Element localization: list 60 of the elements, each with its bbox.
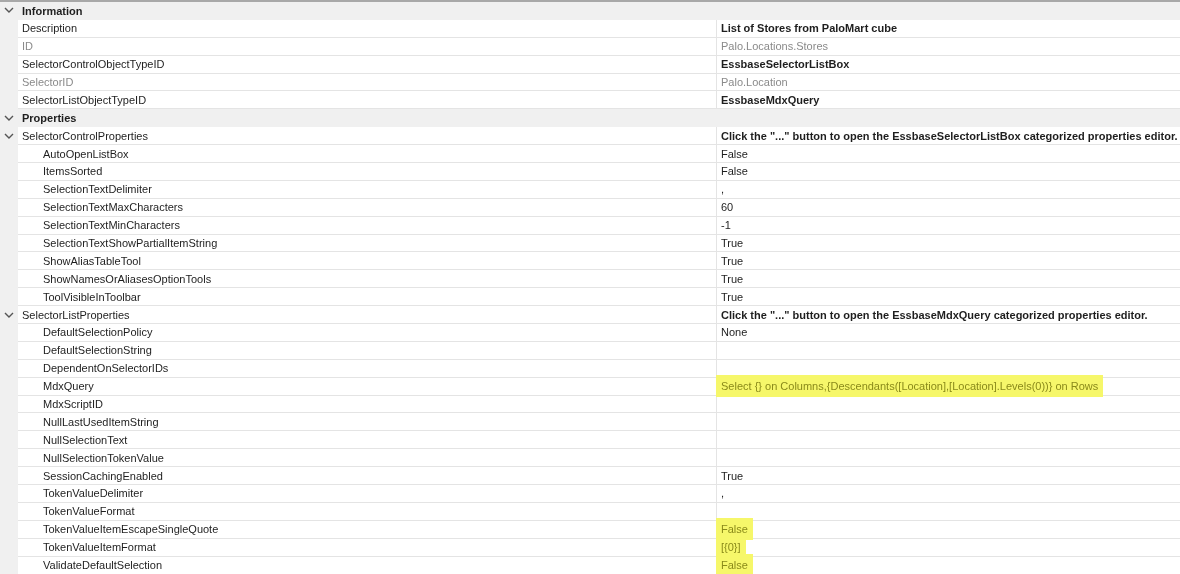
property-name[interactable]: MdxScriptID (43, 398, 103, 411)
property-value: Click the "..." button to open the EssbaseSelectorListBox categorized properties editor. (721, 129, 1178, 142)
chevron-icon[interactable] (4, 7, 14, 15)
property-name[interactable]: SessionCachingEnabled (43, 469, 163, 482)
property-value: True (721, 237, 744, 249)
property-name[interactable]: DefaultSelectionPolicy (43, 326, 153, 339)
chevron-icon[interactable] (4, 114, 14, 122)
property-name[interactable]: SelectionTextMaxCharacters (43, 201, 183, 214)
property-name[interactable]: SelectorListObjectTypeID (22, 93, 147, 106)
property-value: True (721, 272, 744, 285)
property-value: False (721, 165, 748, 178)
property-value: True (721, 290, 744, 303)
property-value: False (721, 147, 748, 160)
property-value: 60 (721, 201, 734, 214)
empty-value-cell[interactable] (716, 341, 1180, 360)
property-value: True (721, 254, 744, 267)
property-name[interactable]: NullLastUsedItemString (43, 415, 159, 428)
property-value: Click the "..." button to open the EssbaseMdxQuery categorized properties editor. (721, 308, 1148, 321)
property-name[interactable]: ValidateDefaultSelection (43, 559, 163, 572)
property-value: EssbaseSelectorListBox (721, 58, 850, 71)
empty-value-cell[interactable] (716, 431, 1180, 450)
property-value: True (721, 469, 744, 482)
empty-value-cell[interactable] (716, 395, 1180, 414)
property-name[interactable]: SelectorID (22, 76, 74, 88)
property-name[interactable]: DefaultSelectionString (43, 344, 152, 357)
property-name[interactable]: SelectorControlProperties (22, 129, 148, 142)
property-name[interactable]: ShowNamesOrAliasesOptionTools (43, 272, 212, 285)
property-value: Palo.Location (721, 76, 788, 88)
property-value: EssbaseMdxQuery (721, 93, 820, 106)
property-name[interactable]: SelectionTextDelimiter (43, 183, 152, 196)
category-title: Properties (22, 112, 77, 125)
property-name[interactable]: TokenValueDelimiter (43, 487, 144, 500)
category-title: Information (22, 4, 83, 17)
property-name[interactable]: NullSelectionText (43, 433, 128, 446)
property-name[interactable]: TokenValueFormat (43, 505, 135, 518)
property-name[interactable]: SelectionTextShowPartialItemString (43, 237, 218, 249)
property-name[interactable]: TokenValueItemEscapeSingleQuote (43, 523, 219, 536)
property-value: Palo.Locations.Stores (721, 40, 828, 53)
property-name[interactable]: SelectorControlObjectTypeID (22, 58, 165, 71)
property-value: List of Stores from PaloMart cube (721, 22, 898, 35)
property-name[interactable]: ShowAliasTableTool (43, 254, 141, 267)
property-name[interactable]: ItemsSorted (43, 165, 103, 178)
property-name[interactable]: SelectionTextMinCharacters (43, 219, 180, 232)
property-value: , (721, 183, 725, 196)
property-value: , (721, 487, 725, 500)
property-name[interactable]: DependentOnSelectorIDs (43, 362, 169, 375)
property-name[interactable]: Description (22, 22, 78, 35)
property-name[interactable]: ToolVisibleInToolbar (43, 290, 141, 303)
property-name[interactable]: MdxQuery (43, 380, 94, 393)
property-name[interactable]: NullSelectionTokenValue (43, 451, 164, 464)
property-name[interactable]: AutoOpenListBox (43, 147, 129, 160)
property-name[interactable]: TokenValueItemFormat (43, 541, 156, 554)
property-name[interactable]: SelectorListProperties (22, 308, 130, 321)
property-name[interactable]: ID (22, 40, 33, 53)
property-value: -1 (721, 219, 731, 232)
property-value: None (721, 326, 748, 339)
empty-value-cell[interactable] (716, 413, 1180, 432)
chevron-icon[interactable] (4, 132, 14, 140)
empty-value-cell[interactable] (716, 449, 1180, 468)
chevron-icon[interactable] (4, 311, 14, 319)
